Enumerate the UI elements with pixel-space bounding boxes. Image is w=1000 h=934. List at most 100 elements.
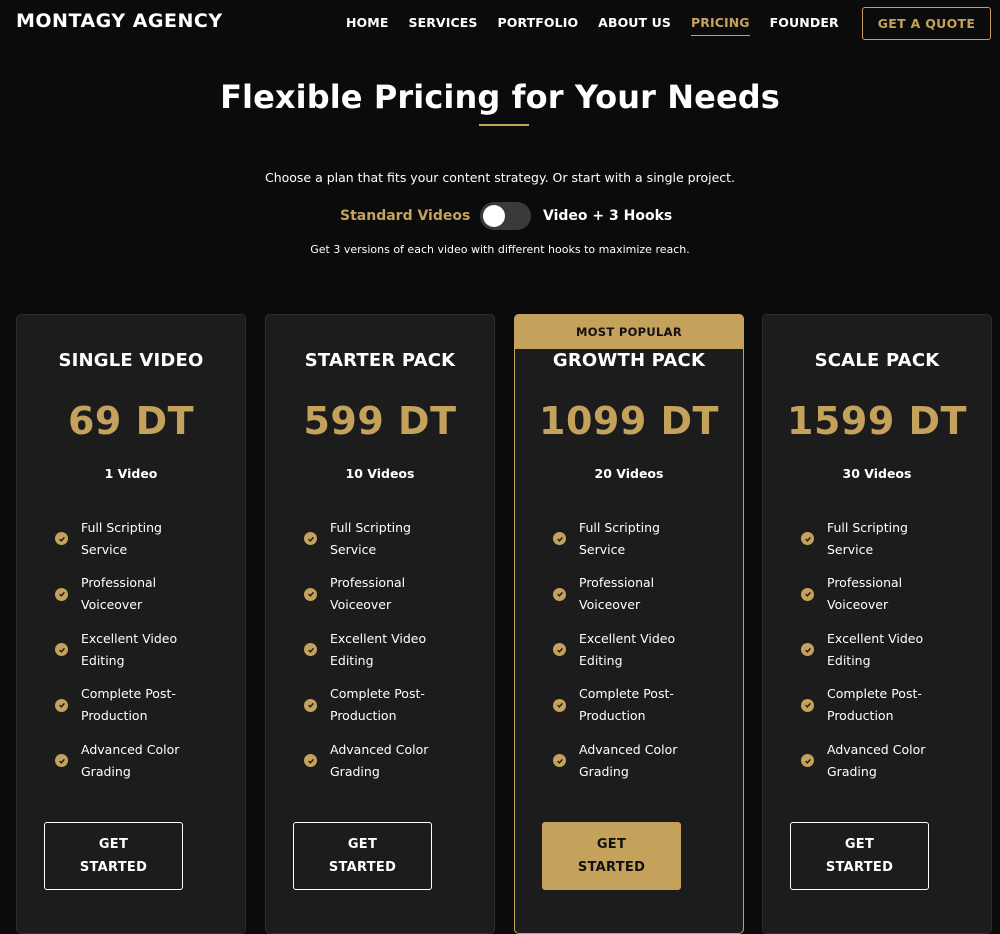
feature-text: Advanced Color Grading (827, 741, 926, 779)
plan-price: 69 DT (67, 399, 195, 443)
feature-list: Full Scripting Service Professional Voic… (304, 513, 484, 791)
plan-quantity: 20 Videos (594, 466, 664, 481)
feature-item: Complete Post-Production (553, 680, 733, 736)
feature-text: Advanced Color Grading (579, 741, 678, 779)
plan-price: 1099 DT (539, 399, 719, 443)
feature-text: Excellent Video Editing (330, 630, 427, 668)
check-icon (553, 643, 566, 657)
feature-text: Excellent Video Editing (579, 630, 676, 668)
check-icon (55, 698, 68, 712)
feature-text: Complete Post-Production (330, 686, 425, 724)
plan-name: SCALE PACK (814, 350, 940, 371)
check-icon (801, 643, 814, 657)
plan-name: SINGLE VIDEO (58, 350, 204, 371)
get-started-button[interactable]: GET STARTED (790, 822, 929, 890)
plan-price: 599 DT (303, 399, 457, 443)
plan-card-starter-pack: STARTER PACK 599 DT 10 Videos Full Scrip… (265, 314, 495, 934)
feature-item: Complete Post-Production (55, 680, 235, 736)
plan-card-single-video: SINGLE VIDEO 69 DT 1 Video Full Scriptin… (16, 314, 246, 934)
feature-text: Advanced Color Grading (81, 741, 180, 779)
feature-item: Excellent Video Editing (55, 624, 235, 680)
toggle-knob[interactable] (483, 205, 505, 227)
nav-pricing[interactable]: PRICING (690, 15, 750, 36)
feature-text: Professional Voiceover (81, 575, 157, 613)
plan-quantity: 30 Videos (842, 466, 912, 481)
brand-logo[interactable]: MONTAGY AGENCY (16, 10, 223, 32)
get-a-quote-button[interactable]: GET A QUOTE (862, 7, 991, 40)
feature-text: Full Scripting Service (827, 519, 908, 557)
toggle-label-hooks[interactable]: Video + 3 Hooks (543, 208, 672, 224)
toggle-note: Get 3 versions of each video with differ… (310, 243, 690, 256)
feature-item: Professional Voiceover (304, 569, 484, 625)
feature-item: Full Scripting Service (304, 513, 484, 569)
get-started-button[interactable]: GET STARTED (44, 822, 183, 890)
check-icon (55, 754, 68, 768)
feature-text: Full Scripting Service (81, 519, 162, 557)
check-icon (801, 587, 814, 601)
feature-item: Professional Voiceover (801, 569, 981, 625)
nav-portfolio[interactable]: PORTFOLIO (497, 15, 578, 36)
feature-text: Full Scripting Service (330, 519, 411, 557)
check-icon (801, 532, 814, 546)
feature-item: Professional Voiceover (553, 569, 733, 625)
feature-item: Excellent Video Editing (801, 624, 981, 680)
check-icon (55, 587, 68, 601)
check-icon (801, 698, 814, 712)
feature-item: Excellent Video Editing (304, 624, 484, 680)
toggle-label-standard[interactable]: Standard Videos (340, 208, 470, 224)
nav-services[interactable]: SERVICES (408, 15, 477, 36)
nav-home[interactable]: HOME (346, 15, 388, 36)
feature-text: Complete Post-Production (827, 686, 922, 724)
button-label: GET STARTED (328, 837, 397, 875)
plan-price: 1599 DT (787, 399, 967, 443)
check-icon (553, 698, 566, 712)
get-started-button[interactable]: GET STARTED (293, 822, 432, 890)
top-nav: MONTAGY AGENCY HOME SERVICES PORTFOLIO A… (0, 0, 1000, 46)
video-type-toggle[interactable] (480, 202, 531, 230)
feature-list: Full Scripting Service Professional Voic… (55, 513, 235, 791)
get-started-button[interactable]: GET STARTED (542, 822, 681, 890)
feature-item: Full Scripting Service (55, 513, 235, 569)
feature-item: Full Scripting Service (553, 513, 733, 569)
check-icon (304, 754, 317, 768)
feature-list: Full Scripting Service Professional Voic… (801, 513, 981, 791)
most-popular-badge: MOST POPULAR (514, 314, 744, 349)
nav-links: HOME SERVICES PORTFOLIO ABOUT US PRICING… (346, 15, 859, 36)
check-icon (553, 587, 566, 601)
feature-text: Excellent Video Editing (827, 630, 924, 668)
page-subtitle: Choose a plan that fits your content str… (264, 170, 736, 185)
feature-item: Advanced Color Grading (553, 735, 733, 791)
plan-name: STARTER PACK (304, 350, 456, 371)
feature-text: Professional Voiceover (827, 575, 903, 613)
feature-text: Complete Post-Production (81, 686, 176, 724)
check-icon (55, 643, 68, 657)
plan-card-scale-pack: SCALE PACK 1599 DT 30 Videos Full Script… (762, 314, 992, 934)
button-label: GET STARTED (825, 837, 894, 875)
plan-quantity: 1 Video (104, 466, 158, 481)
feature-item: Complete Post-Production (304, 680, 484, 736)
feature-item: Advanced Color Grading (304, 735, 484, 791)
button-label: GET STARTED (577, 837, 646, 875)
check-icon (304, 698, 317, 712)
feature-item: Professional Voiceover (55, 569, 235, 625)
nav-founder[interactable]: FOUNDER (770, 15, 839, 36)
pricing-toggle-row: Standard Videos Video + 3 Hooks (0, 200, 1000, 232)
plan-card-growth-pack: MOST POPULAR GROWTH PACK 1099 DT 20 Vide… (514, 314, 744, 934)
nav-about-us[interactable]: ABOUT US (598, 15, 671, 36)
feature-text: Professional Voiceover (330, 575, 406, 613)
check-icon (553, 532, 566, 546)
check-icon (304, 587, 317, 601)
check-icon (304, 643, 317, 657)
feature-item: Advanced Color Grading (55, 735, 235, 791)
feature-item: Excellent Video Editing (553, 624, 733, 680)
title-underline (479, 124, 529, 126)
feature-text: Full Scripting Service (579, 519, 660, 557)
plan-quantity: 10 Videos (345, 466, 415, 481)
feature-text: Excellent Video Editing (81, 630, 178, 668)
page-title: Flexible Pricing for Your Needs (220, 78, 780, 116)
feature-text: Advanced Color Grading (330, 741, 429, 779)
feature-list: Full Scripting Service Professional Voic… (553, 513, 733, 791)
feature-text: Professional Voiceover (579, 575, 655, 613)
check-icon (55, 532, 68, 546)
plan-name: GROWTH PACK (552, 350, 706, 371)
